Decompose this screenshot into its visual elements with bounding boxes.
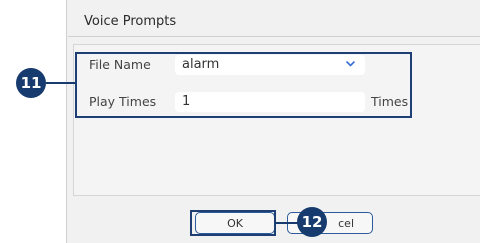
callout-leader-line bbox=[46, 82, 76, 84]
voice-prompts-dialog: Voice Prompts File Name alarm Play Times… bbox=[66, 0, 480, 243]
title-divider bbox=[68, 36, 480, 37]
callout-badge: 11 bbox=[16, 68, 46, 98]
callout-leader-line bbox=[275, 222, 299, 224]
screenshot-stage: Voice Prompts File Name alarm Play Times… bbox=[0, 0, 480, 243]
callout-badge: 12 bbox=[297, 207, 327, 237]
dialog-title: Voice Prompts bbox=[84, 14, 177, 29]
highlight-box-form bbox=[75, 52, 412, 118]
highlight-box-ok bbox=[190, 210, 276, 236]
